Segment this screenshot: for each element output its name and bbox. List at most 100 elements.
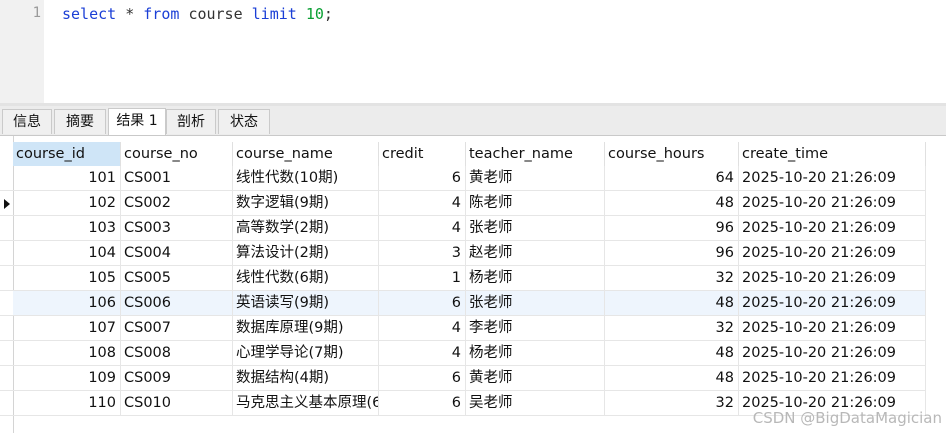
cell-course-hours[interactable]: 48 — [605, 291, 739, 315]
cell-course-no[interactable]: CS004 — [121, 241, 233, 265]
cell-credit[interactable]: 1 — [379, 266, 466, 290]
cell-course-no[interactable]: CS003 — [121, 216, 233, 240]
cell-course-no[interactable]: CS007 — [121, 316, 233, 340]
cell-credit[interactable]: 4 — [379, 341, 466, 365]
table-row[interactable]: 105 CS005 线性代数(6期) 1 杨老师 32 2025-10-20 21:26:0… — [13, 266, 926, 291]
table-row[interactable]: 109 CS009 数据结构(4期) 6 黄老师 48 2025-10-20 21:26:0… — [13, 366, 926, 391]
cell-teacher-name[interactable]: 张老师 — [466, 291, 605, 315]
cell-course-hours[interactable]: 32 — [605, 266, 739, 290]
cell-create-time[interactable]: 2025-10-20 21:26:09 — [739, 166, 926, 190]
column-header-course-name[interactable]: course_name — [233, 142, 379, 166]
cell-course-name[interactable]: 数字逻辑(9期) — [233, 191, 379, 215]
result-grid[interactable]: course_id course_no course_name credit teach… — [0, 136, 946, 433]
cell-course-hours[interactable]: 96 — [605, 216, 739, 240]
cell-course-hours[interactable]: 32 — [605, 391, 739, 415]
cell-course-hours[interactable]: 48 — [605, 366, 739, 390]
row-header[interactable] — [0, 291, 13, 316]
cell-credit[interactable]: 3 — [379, 241, 466, 265]
cell-create-time[interactable]: 2025-10-20 21:26:09 — [739, 341, 926, 365]
cell-credit[interactable]: 4 — [379, 216, 466, 240]
tab-status[interactable]: 状态 — [218, 109, 270, 134]
column-header-create-time[interactable]: create_time — [739, 142, 926, 166]
row-header[interactable] — [0, 316, 13, 341]
cell-course-name[interactable]: 算法设计(2期) — [233, 241, 379, 265]
cell-course-name[interactable]: 线性代数(6期) — [233, 266, 379, 290]
table-row[interactable]: 102 CS002 数字逻辑(9期) 4 陈老师 48 2025-10-20 21:26:0… — [13, 191, 926, 216]
cell-course-no[interactable]: CS006 — [121, 291, 233, 315]
cell-course-name[interactable]: 心理学导论(7期) — [233, 341, 379, 365]
cell-course-hours[interactable]: 48 — [605, 191, 739, 215]
cell-course-id[interactable]: 110 — [13, 391, 121, 415]
cell-course-id[interactable]: 102 — [13, 191, 121, 215]
cell-course-name[interactable]: 马克思主义基本原理(6 — [233, 391, 379, 415]
row-header[interactable] — [0, 366, 13, 391]
cell-credit[interactable]: 6 — [379, 291, 466, 315]
cell-credit[interactable]: 6 — [379, 166, 466, 190]
cell-create-time[interactable]: 2025-10-20 21:26:09 — [739, 291, 926, 315]
cell-teacher-name[interactable]: 杨老师 — [466, 266, 605, 290]
row-header[interactable] — [0, 216, 13, 241]
cell-course-hours[interactable]: 32 — [605, 316, 739, 340]
cell-credit[interactable]: 4 — [379, 191, 466, 215]
cell-course-hours[interactable]: 64 — [605, 166, 739, 190]
cell-create-time[interactable]: 2025-10-20 21:26:09 — [739, 241, 926, 265]
column-header-course-hours[interactable]: course_hours — [605, 142, 739, 166]
cell-course-hours[interactable]: 96 — [605, 241, 739, 265]
cell-teacher-name[interactable]: 杨老师 — [466, 341, 605, 365]
cell-credit[interactable]: 4 — [379, 316, 466, 340]
table-row[interactable]: 104 CS004 算法设计(2期) 3 赵老师 96 2025-10-20 21:26:0… — [13, 241, 926, 266]
cell-course-no[interactable]: CS010 — [121, 391, 233, 415]
column-header-credit[interactable]: credit — [379, 142, 466, 166]
cell-course-no[interactable]: CS002 — [121, 191, 233, 215]
cell-credit[interactable]: 6 — [379, 391, 466, 415]
cell-course-name[interactable]: 数据库原理(9期) — [233, 316, 379, 340]
cell-teacher-name[interactable]: 赵老师 — [466, 241, 605, 265]
row-header[interactable] — [0, 166, 13, 191]
sql-editor[interactable]: 1 select * from course limit 10; — [0, 0, 946, 103]
cell-teacher-name[interactable]: 黄老师 — [466, 366, 605, 390]
row-header[interactable] — [0, 391, 13, 416]
cell-course-id[interactable]: 103 — [13, 216, 121, 240]
cell-create-time[interactable]: 2025-10-20 21:26:09 — [739, 216, 926, 240]
cell-teacher-name[interactable]: 陈老师 — [466, 191, 605, 215]
cell-credit[interactable]: 6 — [379, 366, 466, 390]
table-row[interactable]: 101 CS001 线性代数(10期) 6 黄老师 64 2025-10-20 21:26:… — [13, 166, 926, 191]
cell-course-name[interactable]: 高等数学(2期) — [233, 216, 379, 240]
row-header[interactable] — [0, 241, 13, 266]
cell-course-id[interactable]: 108 — [13, 341, 121, 365]
cell-create-time[interactable]: 2025-10-20 21:26:09 — [739, 316, 926, 340]
column-header-course-no[interactable]: course_no — [121, 142, 233, 166]
cell-teacher-name[interactable]: 黄老师 — [466, 166, 605, 190]
cell-course-id[interactable]: 109 — [13, 366, 121, 390]
column-header-teacher-name[interactable]: teacher_name — [466, 142, 605, 166]
cell-course-name[interactable]: 线性代数(10期) — [233, 166, 379, 190]
table-row[interactable]: 106 CS006 英语读写(9期) 6 张老师 48 2025-10-20 21:26:0… — [13, 291, 926, 316]
table-row[interactable]: 107 CS007 数据库原理(9期) 4 李老师 32 2025-10-20 21:26:… — [13, 316, 926, 341]
cell-course-name[interactable]: 英语读写(9期) — [233, 291, 379, 315]
cell-course-no[interactable]: CS005 — [121, 266, 233, 290]
sql-code-line[interactable]: select * from course limit 10; — [62, 4, 333, 24]
cell-teacher-name[interactable]: 吴老师 — [466, 391, 605, 415]
table-row[interactable]: 108 CS008 心理学导论(7期) 4 杨老师 48 2025-10-20 21:26:… — [13, 341, 926, 366]
cell-course-no[interactable]: CS001 — [121, 166, 233, 190]
column-header-course-id[interactable]: course_id — [13, 142, 121, 166]
tab-info[interactable]: 信息 — [2, 109, 52, 134]
tab-result-1[interactable]: 结果 1 — [108, 108, 166, 135]
cell-create-time[interactable]: 2025-10-20 21:26:09 — [739, 366, 926, 390]
row-header[interactable] — [0, 191, 13, 216]
cell-create-time[interactable]: 2025-10-20 21:26:09 — [739, 191, 926, 215]
tab-profile[interactable]: 剖析 — [166, 109, 216, 134]
cell-course-id[interactable]: 101 — [13, 166, 121, 190]
row-header[interactable] — [0, 341, 13, 366]
row-header[interactable] — [0, 266, 13, 291]
cell-course-no[interactable]: CS008 — [121, 341, 233, 365]
table-row[interactable]: 103 CS003 高等数学(2期) 4 张老师 96 2025-10-20 21:26:0… — [13, 216, 926, 241]
cell-teacher-name[interactable]: 李老师 — [466, 316, 605, 340]
cell-course-id[interactable]: 106 — [13, 291, 121, 315]
cell-course-hours[interactable]: 48 — [605, 341, 739, 365]
tab-summary[interactable]: 摘要 — [54, 109, 106, 134]
cell-course-id[interactable]: 105 — [13, 266, 121, 290]
cell-course-no[interactable]: CS009 — [121, 366, 233, 390]
cell-course-id[interactable]: 104 — [13, 241, 121, 265]
cell-course-id[interactable]: 107 — [13, 316, 121, 340]
